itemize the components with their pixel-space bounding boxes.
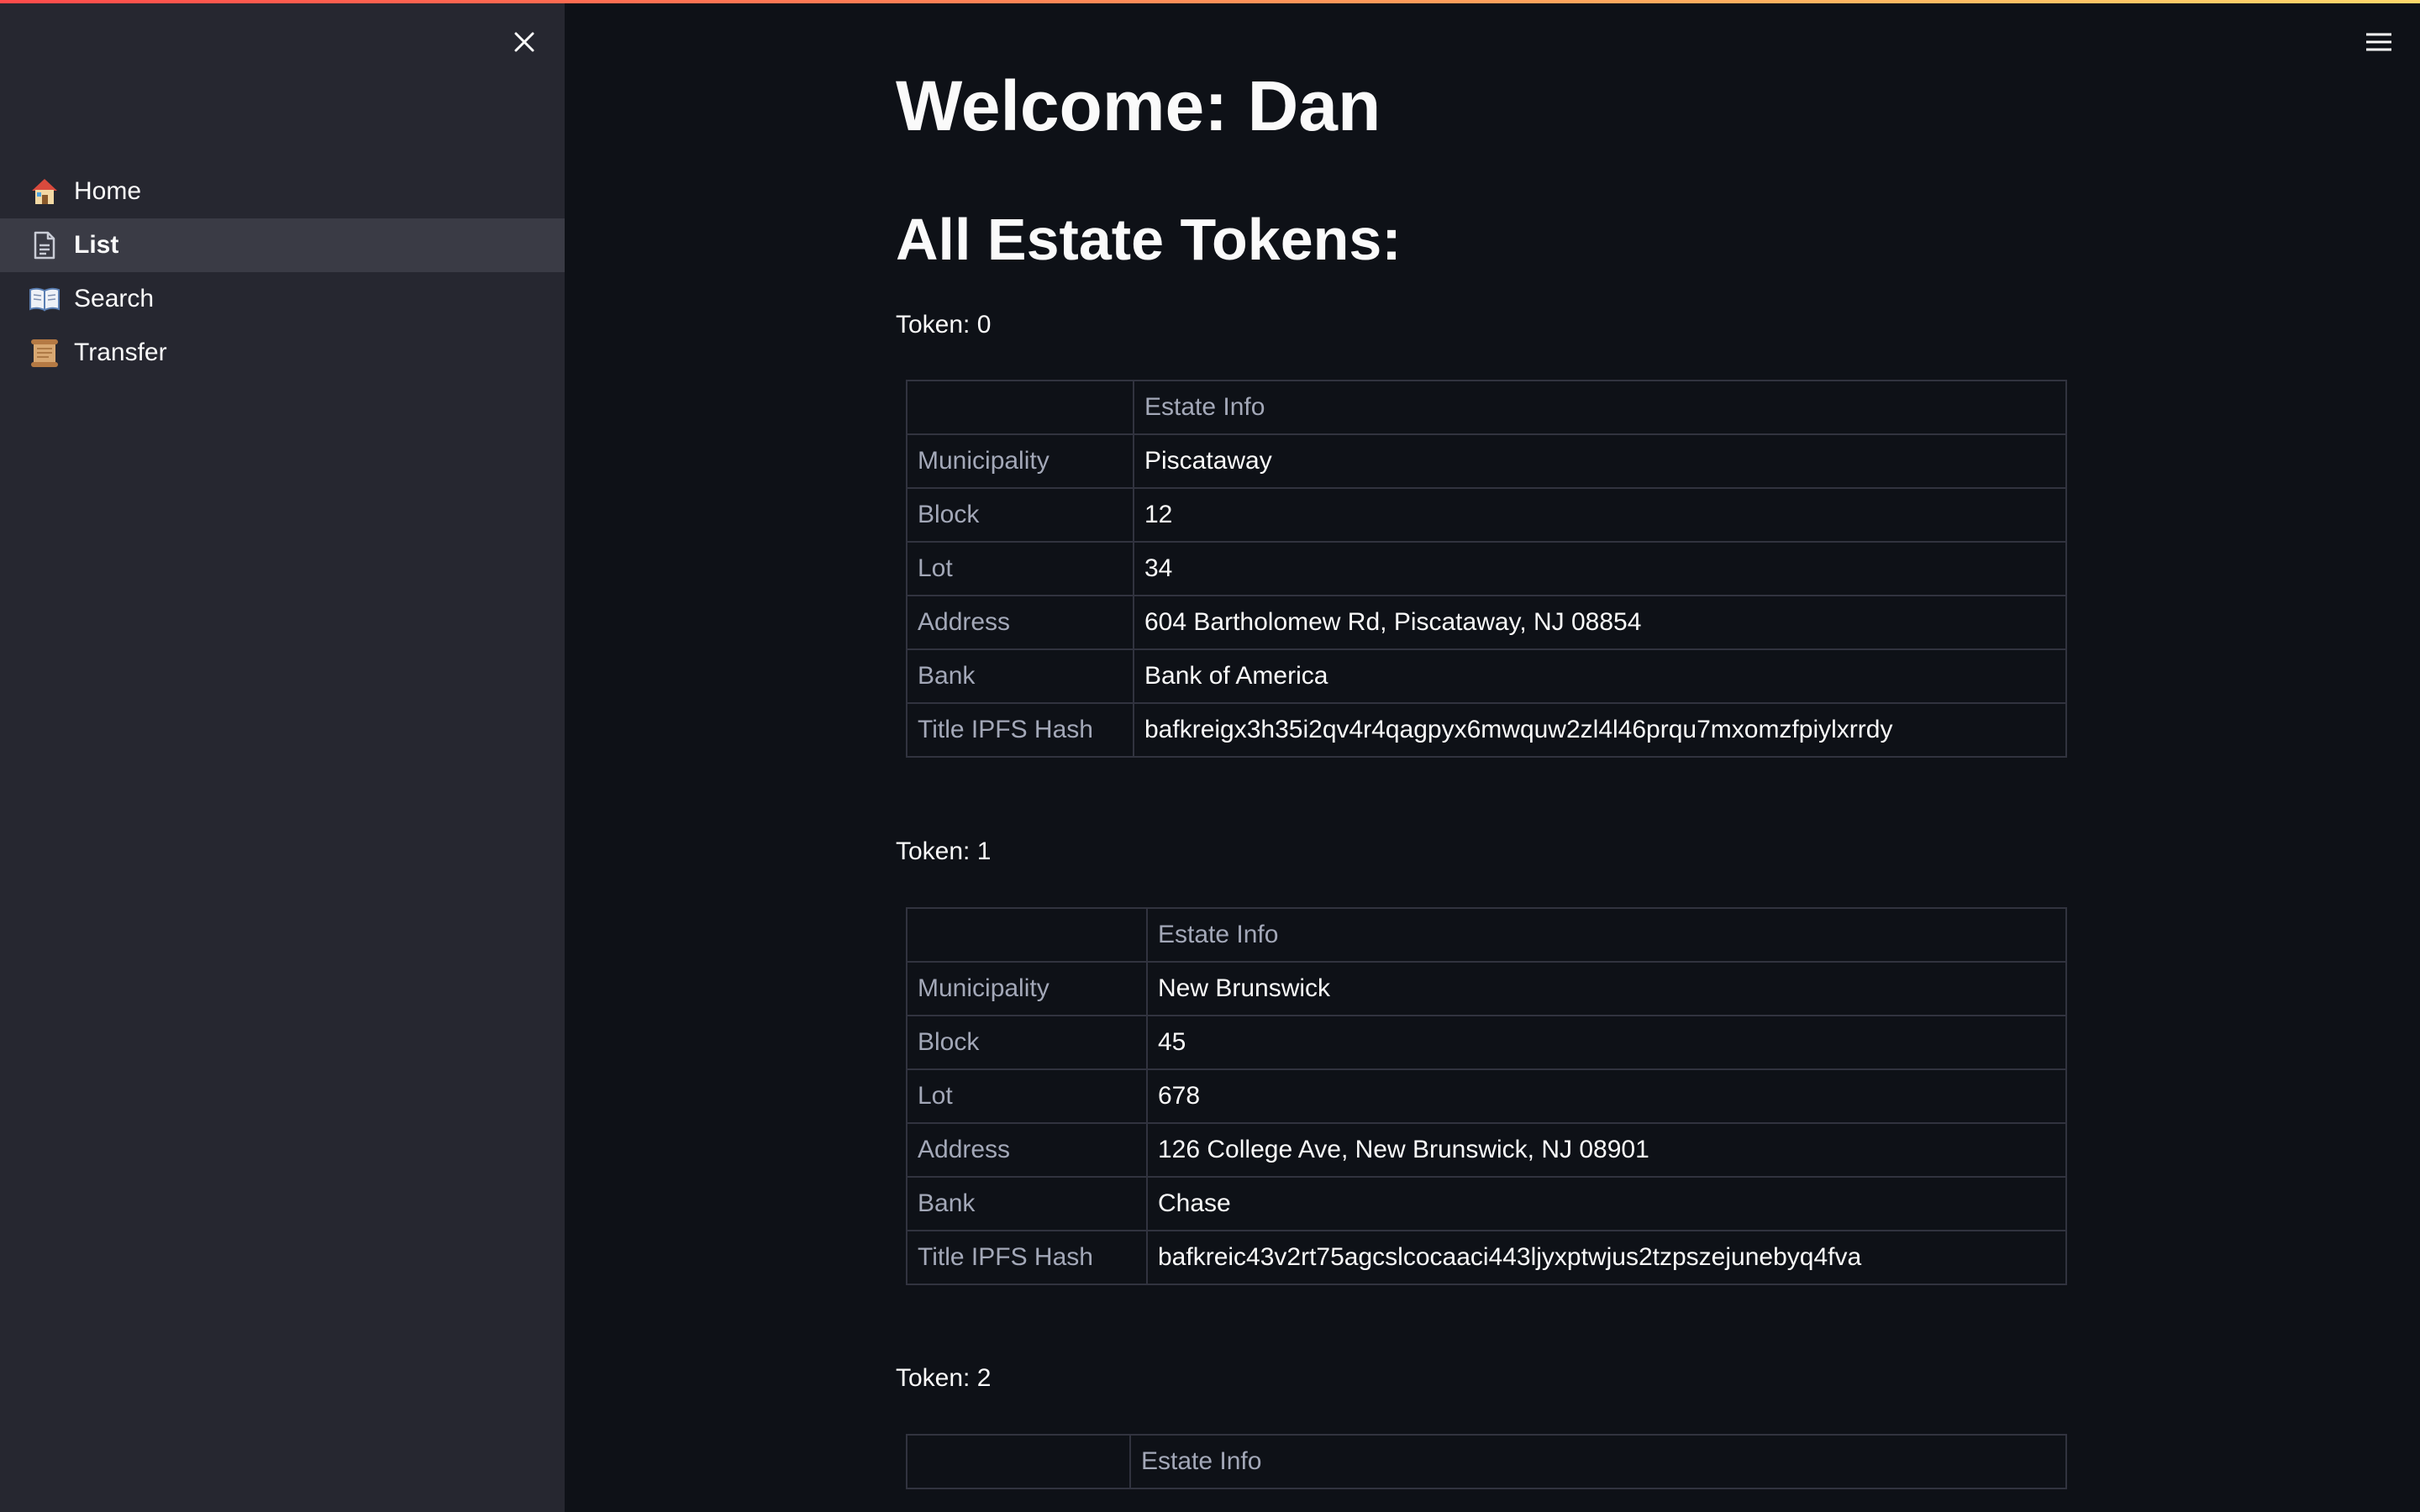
page-title: Welcome: Dan <box>896 66 1381 145</box>
close-sidebar-button[interactable] <box>508 25 541 59</box>
document-icon <box>29 229 60 261</box>
block-value: 12 <box>1133 487 2067 543</box>
sidebar-nav: Home List Search Transfer <box>0 165 565 380</box>
table-row: Bank Bank of America <box>906 648 2067 704</box>
row-label: Address <box>906 1122 1148 1178</box>
scroll-emoji-icon <box>29 337 60 369</box>
house-emoji-icon <box>29 176 60 207</box>
table-header-row: Estate Info <box>906 380 2067 435</box>
table-header-blank <box>906 1434 1131 1489</box>
table-row: Lot 678 <box>906 1068 2067 1124</box>
table-header: Estate Info <box>1133 380 2067 435</box>
token-block: Token: 1 Estate Info Municipality New Br… <box>896 835 2072 1285</box>
table-row: Bank Chase <box>906 1176 2067 1231</box>
table-row: Municipality New Brunswick <box>906 961 2067 1016</box>
open-book-emoji-icon <box>29 283 60 315</box>
lot-value: 34 <box>1133 541 2067 596</box>
sidebar: Home List Search Transfer <box>0 0 565 1512</box>
row-label: Municipality <box>906 961 1148 1016</box>
sidebar-item-search[interactable]: Search <box>0 272 565 326</box>
sidebar-item-list[interactable]: List <box>0 218 565 272</box>
token-block: Token: 2 Estate Info <box>896 1362 2072 1489</box>
table-row: Title IPFS Hash bafkreic43v2rt75agcslcoc… <box>906 1230 2067 1285</box>
bank-value: Bank of America <box>1133 648 2067 704</box>
table-header-row: Estate Info <box>906 907 2067 963</box>
table-header-blank <box>906 907 1148 963</box>
sidebar-item-label: List <box>74 231 119 259</box>
hamburger-menu-icon <box>2366 33 2391 51</box>
row-label: Title IPFS Hash <box>906 702 1134 758</box>
estate-table: Estate Info Municipality Piscataway Bloc… <box>906 380 2067 758</box>
ipfs-hash-value: bafkreic43v2rt75agcslcocaaci443ljyxptwju… <box>1146 1230 2067 1285</box>
row-label: Title IPFS Hash <box>906 1230 1148 1285</box>
row-label: Bank <box>906 1176 1148 1231</box>
token-block: Token: 0 Estate Info Municipality Piscat… <box>896 308 2072 758</box>
estate-table: Estate Info Municipality New Brunswick B… <box>906 907 2067 1285</box>
row-label: Address <box>906 595 1134 650</box>
address-value: 604 Bartholomew Rd, Piscataway, NJ 08854 <box>1133 595 2067 650</box>
sidebar-item-transfer[interactable]: Transfer <box>0 326 565 380</box>
sidebar-item-label: Search <box>74 285 155 312</box>
top-accent-bar <box>0 0 2420 3</box>
token-label: Token: 0 <box>896 311 992 339</box>
table-row: Block 45 <box>906 1015 2067 1070</box>
ipfs-hash-value: bafkreigx3h35i2qv4r4qagpyx6mwquw2zl4l46p… <box>1133 702 2067 758</box>
sidebar-item-label: Transfer <box>74 339 167 366</box>
row-label: Block <box>906 487 1134 543</box>
municipality-value: Piscataway <box>1133 433 2067 489</box>
table-row: Lot 34 <box>906 541 2067 596</box>
close-icon <box>514 32 534 52</box>
address-value: 126 College Ave, New Brunswick, NJ 08901 <box>1146 1122 2067 1178</box>
row-label: Bank <box>906 648 1134 704</box>
table-header-blank <box>906 380 1134 435</box>
row-label: Block <box>906 1015 1148 1070</box>
table-header: Estate Info <box>1146 907 2067 963</box>
table-row: Title IPFS Hash bafkreigx3h35i2qv4r4qagp… <box>906 702 2067 758</box>
estate-table: Estate Info <box>906 1434 2067 1489</box>
sidebar-item-label: Home <box>74 177 142 205</box>
sidebar-item-home[interactable]: Home <box>0 165 565 218</box>
token-label: Token: 2 <box>896 1364 992 1392</box>
municipality-value: New Brunswick <box>1146 961 2067 1016</box>
block-value: 45 <box>1146 1015 2067 1070</box>
token-label: Token: 1 <box>896 837 992 865</box>
table-header: Estate Info <box>1129 1434 2067 1489</box>
row-label: Municipality <box>906 433 1134 489</box>
main-menu-button[interactable] <box>2358 25 2400 59</box>
table-row: Address 126 College Ave, New Brunswick, … <box>906 1122 2067 1178</box>
row-label: Lot <box>906 1068 1148 1124</box>
section-title: All Estate Tokens: <box>896 207 1402 272</box>
lot-value: 678 <box>1146 1068 2067 1124</box>
table-row: Address 604 Bartholomew Rd, Piscataway, … <box>906 595 2067 650</box>
bank-value: Chase <box>1146 1176 2067 1231</box>
table-row: Block 12 <box>906 487 2067 543</box>
table-row: Municipality Piscataway <box>906 433 2067 489</box>
row-label: Lot <box>906 541 1134 596</box>
table-header-row: Estate Info <box>906 1434 2067 1489</box>
